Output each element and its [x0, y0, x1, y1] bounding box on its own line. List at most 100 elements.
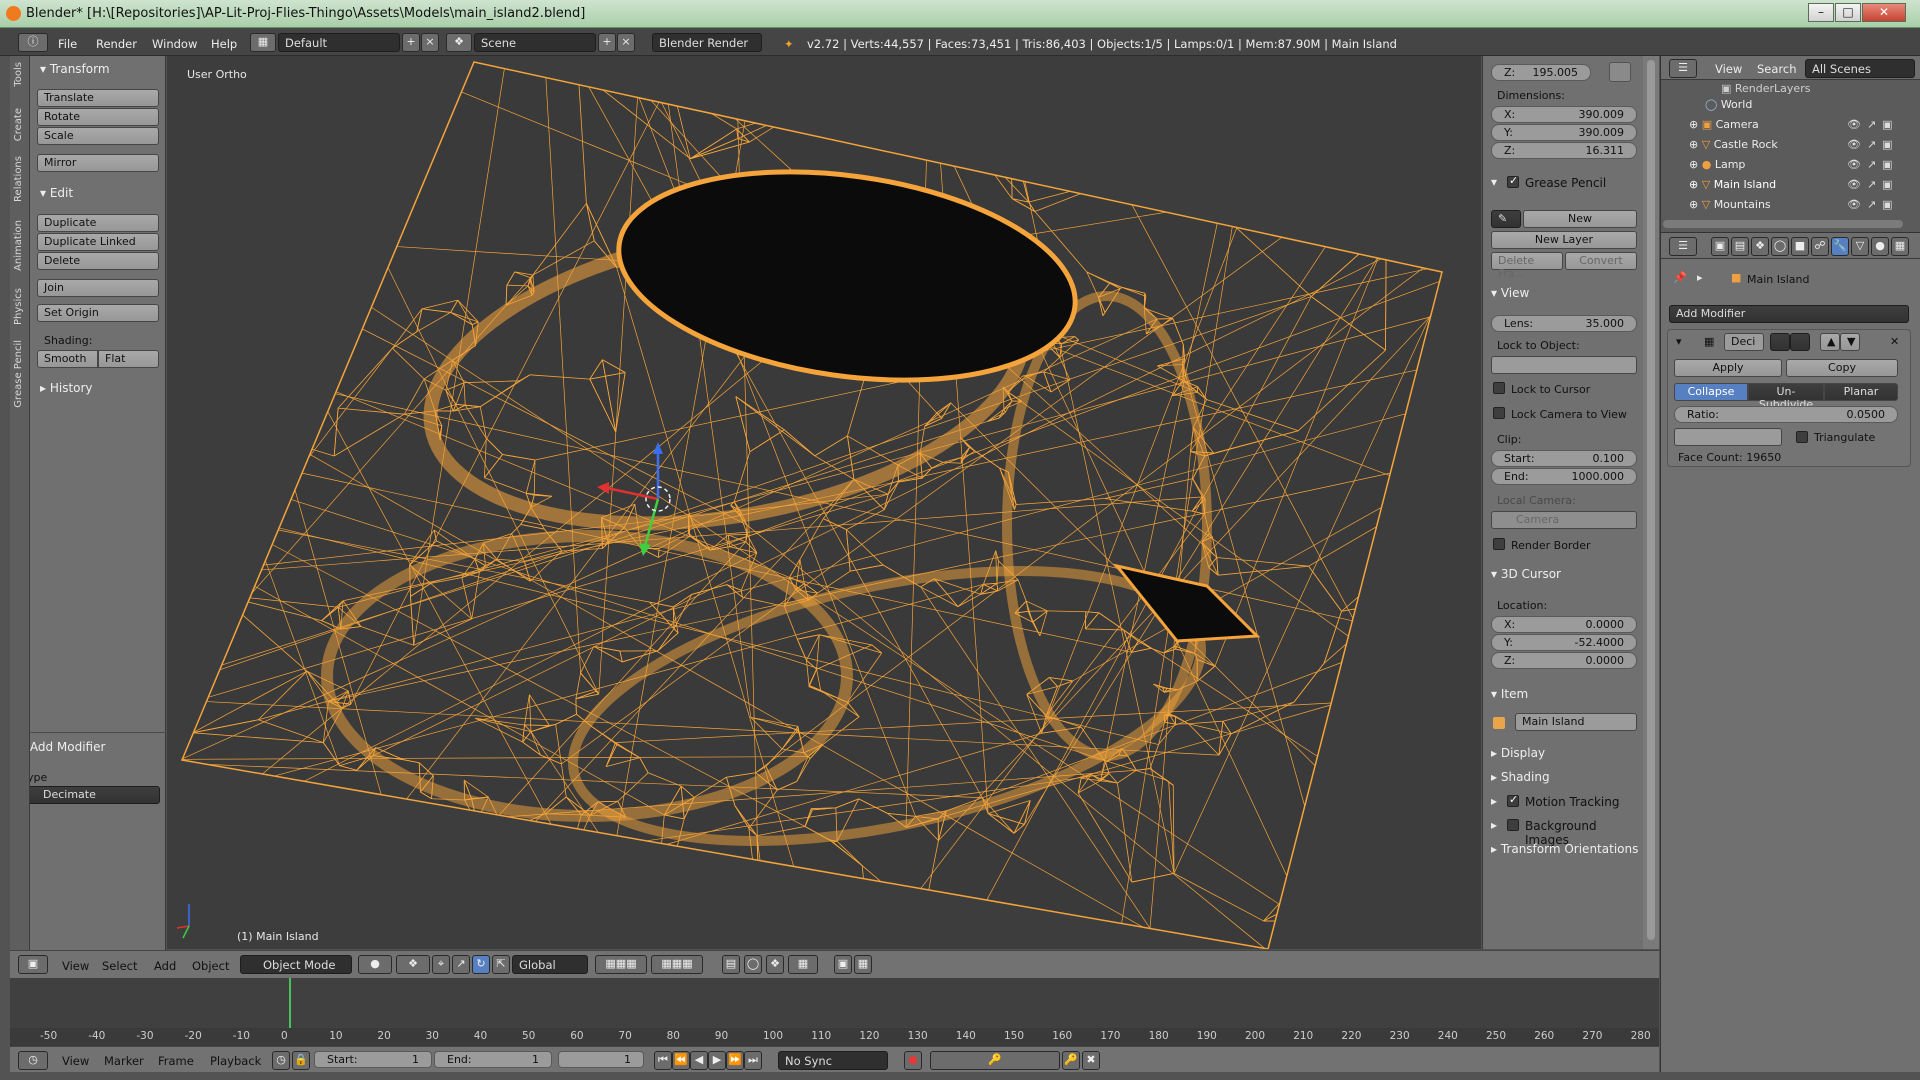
screen-layout-icon[interactable]: ▦	[250, 33, 276, 52]
record-icon[interactable]: ●	[904, 1051, 922, 1070]
remove-screen-icon[interactable]: ×	[421, 33, 439, 52]
flat-button[interactable]: Flat	[98, 350, 159, 368]
item-name-field[interactable]: Main Island	[1515, 713, 1637, 731]
remove-modifier-icon[interactable]: ✕	[1890, 335, 1899, 348]
outliner-scene-select[interactable]: All Scenes	[1805, 59, 1915, 78]
panel-item-title[interactable]: ▾ Item	[1491, 687, 1528, 701]
jump-end-icon[interactable]: ⏭	[744, 1051, 762, 1070]
visibility-icons[interactable]: 👁↗▣	[1847, 138, 1899, 151]
tab-create[interactable]: Create	[13, 108, 24, 141]
tab-physics[interactable]: Physics	[13, 288, 24, 325]
planar-mode-button[interactable]: Planar	[1824, 383, 1898, 401]
gp-delete-frame-button[interactable]: Delete Fra...	[1491, 252, 1563, 280]
duplicate-button[interactable]: Duplicate	[37, 214, 159, 232]
location-z-field[interactable]: Z: 195.005	[1491, 64, 1591, 81]
minimize-button[interactable]: –	[1808, 3, 1834, 22]
outliner-item-camera[interactable]: ⊕ ▣ Camera	[1689, 118, 1759, 131]
delete-button[interactable]: Delete	[37, 252, 159, 270]
outliner-editor-icon[interactable]: ☰	[1669, 59, 1697, 78]
current-frame-field[interactable]: 1	[558, 1051, 644, 1068]
timeline-menu-marker[interactable]: Marker	[104, 1054, 144, 1068]
manipulator-toggle-icon[interactable]: ⌖	[432, 955, 450, 974]
scene-context-icon[interactable]: ❖	[1751, 237, 1769, 256]
timeline-menu-playback[interactable]: Playback	[210, 1054, 261, 1068]
menu-select[interactable]: Select	[102, 959, 137, 973]
preview-range-icon[interactable]: ◷	[272, 1051, 290, 1070]
visibility-icons[interactable]: 👁↗▣	[1847, 118, 1899, 131]
render-layers-context-icon[interactable]: ▤	[1731, 237, 1749, 256]
join-button[interactable]: Join	[37, 279, 159, 297]
panel-history-title[interactable]: ▸ History	[40, 381, 93, 395]
panel-transform-title[interactable]: ▾ Transform	[40, 62, 110, 76]
motion-tracking-checkbox[interactable]	[1507, 793, 1519, 807]
outliner-menu-search[interactable]: Search	[1757, 62, 1797, 76]
menu-add[interactable]: Add	[154, 959, 176, 973]
move-up-icon[interactable]: ▲	[1820, 333, 1840, 351]
unsubdivide-mode-button[interactable]: Un-Subdivide	[1748, 383, 1824, 411]
remove-scene-icon[interactable]: ×	[617, 33, 635, 52]
texture-context-icon[interactable]: ▦	[1891, 237, 1909, 256]
editor-type-info-icon[interactable]: ⓘ	[18, 33, 48, 52]
gp-convert-button[interactable]: Convert	[1565, 252, 1637, 270]
pencil-icon[interactable]: ✎	[1491, 210, 1521, 228]
background-images-checkbox[interactable]	[1507, 819, 1519, 831]
world-context-icon[interactable]: ◯	[1771, 237, 1789, 256]
properties-editor-icon[interactable]: ☰	[1669, 237, 1697, 256]
translate-manipulator-icon[interactable]: ↗	[452, 955, 470, 974]
timeline-menu-frame[interactable]: Frame	[158, 1054, 194, 1068]
tab-tools[interactable]: Tools	[13, 62, 24, 87]
menu-render[interactable]: Render	[96, 37, 137, 51]
triangulate-checkbox[interactable]	[1796, 431, 1808, 443]
modifiers-context-icon[interactable]: 🔧	[1831, 237, 1849, 256]
viewport-editor-icon[interactable]: ▣	[18, 955, 48, 974]
gp-new-layer-button[interactable]: New Layer	[1491, 231, 1637, 249]
panel-edit-title[interactable]: ▾ Edit	[40, 186, 73, 200]
cursor-z-field[interactable]: Z: 0.0000	[1491, 652, 1637, 669]
lens-field[interactable]: Lens: 35.000	[1491, 315, 1637, 332]
panel-display-title[interactable]: ▸ Display	[1491, 746, 1545, 760]
tab-relations[interactable]: Relations	[13, 156, 24, 202]
render-layer-icon[interactable]: ▤	[722, 955, 740, 974]
delete-keyframe-icon[interactable]: ✖	[1082, 1051, 1100, 1070]
move-down-icon[interactable]: ▼	[1840, 333, 1860, 351]
grease-pencil-checkbox[interactable]	[1507, 174, 1519, 188]
close-window-button[interactable]: ✕	[1862, 3, 1906, 22]
outliner-item-main-island[interactable]: ⊕ ▽ Main Island	[1689, 178, 1776, 191]
insert-keyframe-icon[interactable]: 🔑	[1062, 1051, 1080, 1070]
ratio-field[interactable]: Ratio: 0.0500	[1674, 406, 1898, 423]
panel-3d-cursor-title[interactable]: ▾ 3D Cursor	[1491, 567, 1561, 581]
layers-grid-a[interactable]: ▦▦▦	[595, 955, 647, 974]
menu-window[interactable]: Window	[152, 37, 197, 51]
dimension-x-field[interactable]: X: 390.009	[1491, 106, 1637, 123]
viewport-toggle-icon[interactable]	[1790, 333, 1810, 351]
region-scrollbar[interactable]	[1643, 56, 1659, 949]
panel-grease-pencil-title[interactable]: ▾	[1491, 175, 1497, 189]
outliner-menu-view[interactable]: View	[1715, 62, 1742, 76]
apply-button[interactable]: Apply	[1674, 359, 1782, 377]
menu-file[interactable]: File	[58, 37, 77, 51]
proportional-edit-icon[interactable]: ◯	[744, 955, 762, 974]
play-icon[interactable]: ▶	[708, 1051, 726, 1070]
constraints-context-icon[interactable]: ☍	[1811, 237, 1829, 256]
tab-animation[interactable]: Animation	[13, 220, 24, 271]
outliner-item-world[interactable]: ◯ World	[1705, 98, 1752, 111]
scene-select[interactable]: Scene	[474, 33, 596, 52]
keying-set-field[interactable]: 🔑	[930, 1051, 1060, 1070]
pin-icon[interactable]: 📌	[1673, 271, 1687, 284]
panel-shading-title[interactable]: ▸ Shading	[1491, 770, 1550, 784]
visibility-icons[interactable]: 👁↗▣	[1847, 198, 1899, 211]
material-context-icon[interactable]: ●	[1871, 237, 1889, 256]
cursor-y-field[interactable]: Y: -52.4000	[1491, 634, 1637, 651]
snap-icon[interactable]: ❖	[766, 955, 784, 974]
opengl-anim-icon[interactable]: ▦	[854, 955, 872, 974]
outliner-scrollbar[interactable]	[1663, 220, 1903, 228]
render-border-checkbox[interactable]	[1493, 538, 1505, 550]
rotate-manipulator-icon[interactable]: ↻	[472, 955, 490, 974]
dimension-z-field[interactable]: Z: 16.311	[1491, 142, 1637, 159]
panel-motion-tracking-title[interactable]: ▸	[1491, 794, 1497, 808]
panel-background-images-title[interactable]: ▸	[1491, 818, 1497, 832]
translate-button[interactable]: Translate	[37, 89, 159, 107]
timeline-menu-view[interactable]: View	[62, 1054, 89, 1068]
lock-cursor-checkbox[interactable]	[1493, 382, 1505, 394]
play-reverse-icon[interactable]: ◀	[690, 1051, 708, 1070]
